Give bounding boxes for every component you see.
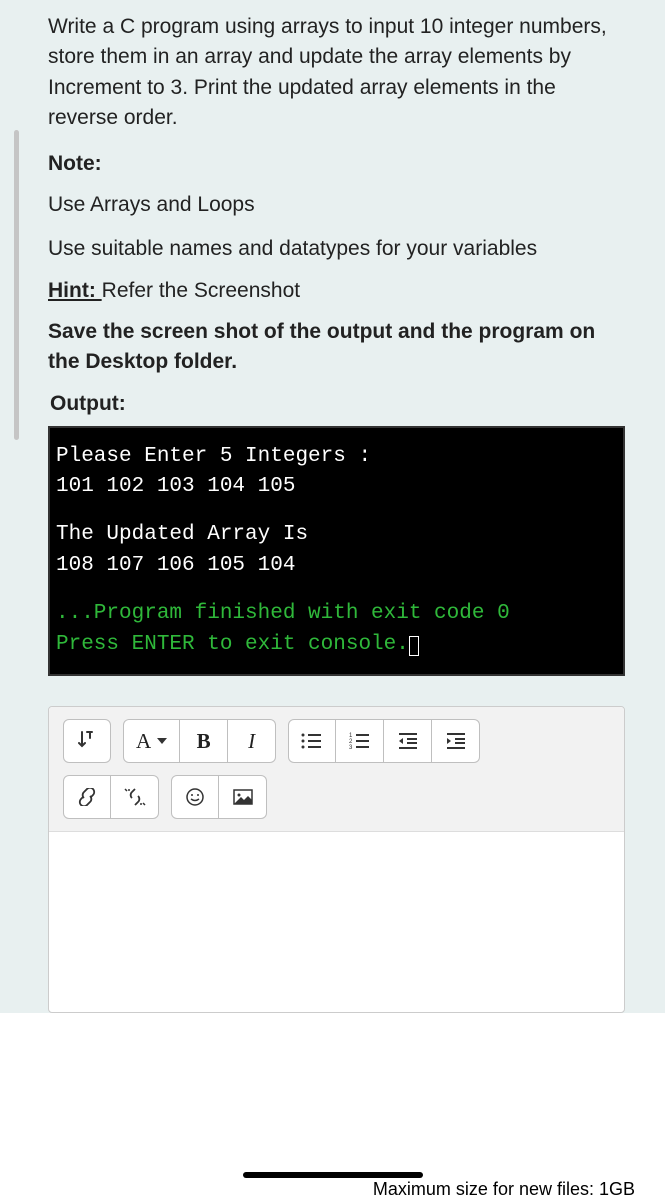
- hint-text: Refer the Screenshot: [102, 279, 300, 302]
- smile-icon: [185, 787, 205, 807]
- font-color-button[interactable]: A: [123, 719, 180, 763]
- console-line: Press ENTER to exit console.: [56, 630, 617, 660]
- console-line: ...Program finished with exit code 0: [56, 599, 617, 629]
- console-output: Please Enter 5 Integers : 101 102 103 10…: [48, 426, 625, 677]
- unordered-list-button[interactable]: [288, 719, 336, 763]
- ordered-list-button[interactable]: 123: [336, 719, 384, 763]
- home-indicator: [243, 1172, 423, 1178]
- output-label: Output:: [48, 392, 625, 416]
- image-icon: [232, 788, 254, 806]
- font-label: A: [136, 729, 151, 754]
- outdent-button[interactable]: [384, 719, 432, 763]
- note-label: Note:: [48, 152, 625, 176]
- svg-text:3: 3: [349, 745, 353, 750]
- footer-text: Maximum size for new files: 1GB: [373, 1179, 635, 1200]
- console-line: Please Enter 5 Integers :: [56, 442, 617, 472]
- save-instruction: Save the screen shot of the output and t…: [48, 317, 625, 378]
- bold-label: B: [197, 729, 211, 754]
- question-content: Write a C program using arrays to input …: [0, 0, 665, 1013]
- emoji-button[interactable]: [171, 775, 219, 819]
- unlink-icon: [124, 788, 146, 806]
- link-icon: [76, 788, 98, 806]
- note-line-1: Use Arrays and Loops: [48, 190, 625, 220]
- console-line: 101 102 103 104 105: [56, 472, 617, 502]
- italic-label: I: [248, 729, 255, 754]
- direction-button[interactable]: [63, 719, 111, 763]
- bold-button[interactable]: B: [180, 719, 228, 763]
- rich-text-editor: A B I 123: [48, 706, 625, 1013]
- image-button[interactable]: [219, 775, 267, 819]
- hint-line: Hint: Refer the Screenshot: [48, 279, 625, 303]
- scroll-indicator: [14, 130, 19, 440]
- outdent-icon: [397, 732, 419, 750]
- editor-textarea[interactable]: [49, 832, 624, 1012]
- ltr-icon: [78, 730, 96, 752]
- indent-button[interactable]: [432, 719, 480, 763]
- hint-label: Hint:: [48, 279, 102, 302]
- cursor-icon: [409, 636, 419, 656]
- chevron-down-icon: [157, 738, 167, 744]
- link-button[interactable]: [63, 775, 111, 819]
- console-line: 108 107 106 105 104: [56, 551, 617, 581]
- editor-toolbar: A B I 123: [49, 707, 624, 832]
- unlink-button[interactable]: [111, 775, 159, 819]
- indent-icon: [445, 732, 467, 750]
- list-ul-icon: [301, 732, 323, 750]
- console-line: The Updated Array Is: [56, 520, 617, 550]
- list-ol-icon: 123: [349, 732, 371, 750]
- italic-button[interactable]: I: [228, 719, 276, 763]
- note-line-2: Use suitable names and datatypes for you…: [48, 234, 625, 264]
- question-body: Write a C program using arrays to input …: [48, 12, 625, 134]
